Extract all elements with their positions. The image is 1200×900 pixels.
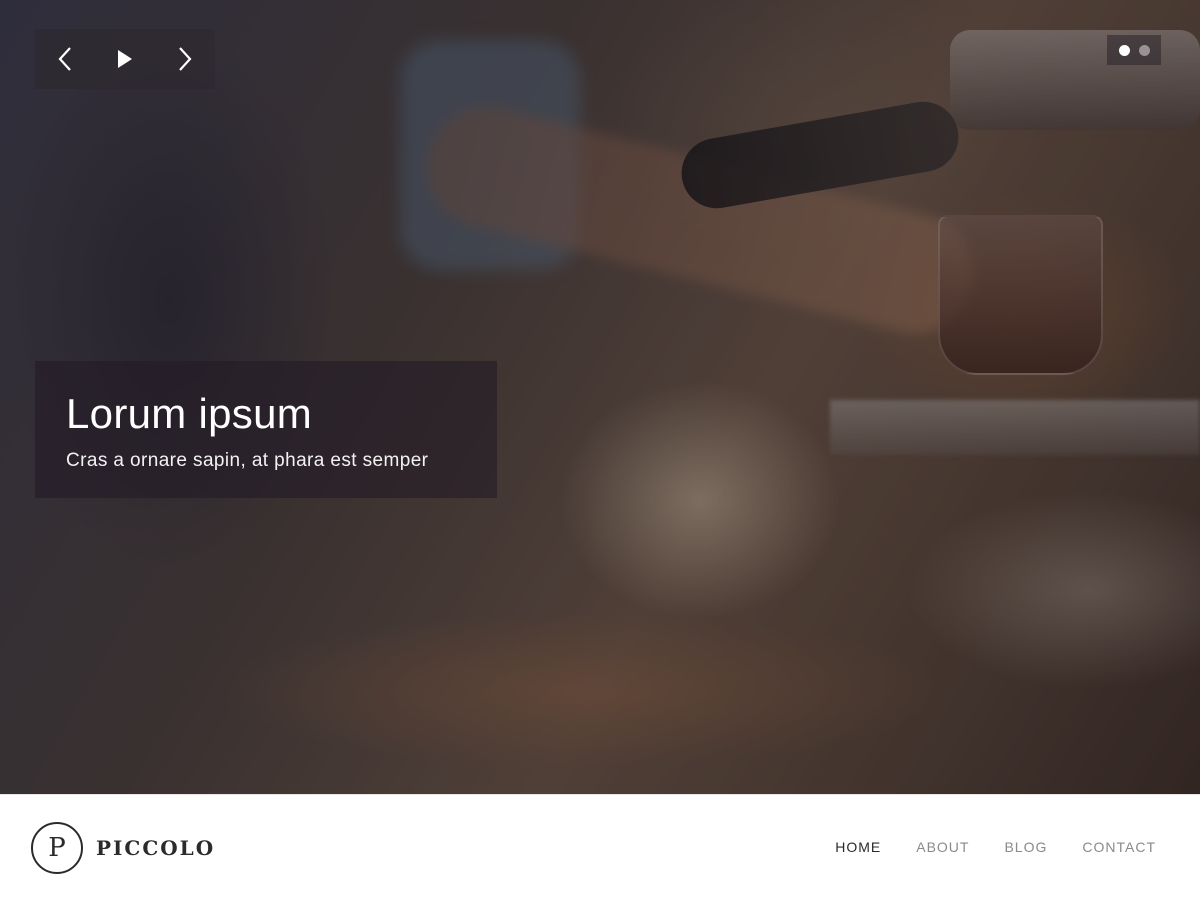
- nav-item-home[interactable]: HOME: [835, 839, 881, 855]
- play-icon: [118, 50, 132, 68]
- logo-icon: P: [31, 822, 83, 874]
- play-slideshow-button[interactable]: [105, 39, 145, 79]
- slider-controls: [35, 29, 215, 89]
- site-logo[interactable]: P PICCOLO: [31, 822, 215, 874]
- slide-dot-2[interactable]: [1138, 44, 1150, 56]
- chevron-right-icon: [179, 47, 192, 71]
- slide-pagination: [1107, 35, 1161, 65]
- hero-slider: Lorum ipsum Cras a ornare sapin, at phar…: [0, 0, 1200, 794]
- nav-item-about[interactable]: ABOUT: [916, 839, 969, 855]
- next-slide-button[interactable]: [165, 39, 205, 79]
- site-header: P PICCOLO HOME ABOUT BLOG CONTACT: [0, 794, 1200, 900]
- slide-subtitle: Cras a ornare sapin, at phara est semper: [66, 450, 429, 471]
- slide-dot-1[interactable]: [1118, 44, 1130, 56]
- chevron-left-icon: [58, 47, 71, 71]
- site-name: PICCOLO: [96, 836, 216, 860]
- nav-item-blog[interactable]: BLOG: [1004, 839, 1047, 855]
- slide-caption: Lorum ipsum Cras a ornare sapin, at phar…: [35, 361, 497, 498]
- main-navigation: HOME ABOUT BLOG CONTACT: [835, 839, 1156, 855]
- slide-title: Lorum ipsum: [66, 390, 313, 437]
- nav-item-contact[interactable]: CONTACT: [1082, 839, 1156, 855]
- previous-slide-button[interactable]: [45, 39, 85, 79]
